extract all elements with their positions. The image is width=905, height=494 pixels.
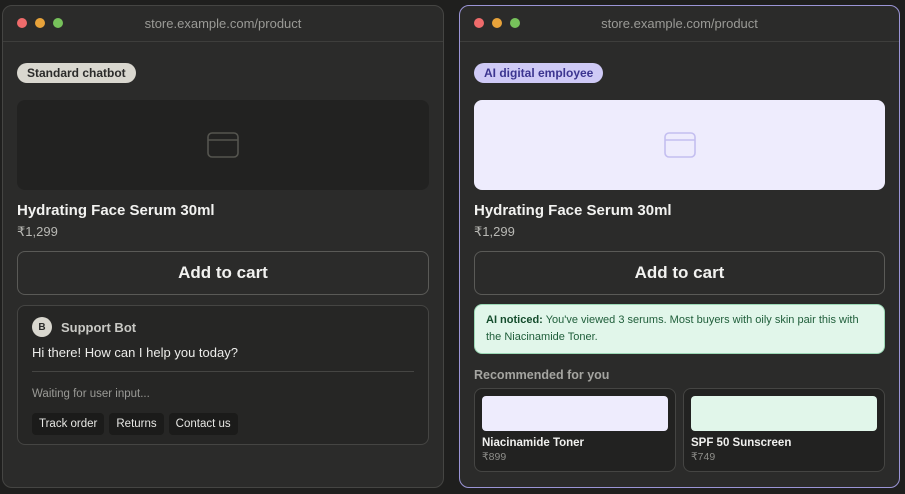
product-title: Hydrating Face Serum 30ml — [474, 202, 672, 219]
chatbot-panel: B Support Bot Hi there! How can I help y… — [17, 305, 429, 445]
mode-badge: AI digital employee — [474, 63, 604, 83]
product-title: Hydrating Face Serum 30ml — [17, 202, 215, 219]
recommendation-card-spf-sunscreen[interactable]: SPF 50 Sunscreen ₹749 — [683, 388, 885, 472]
product-image — [17, 100, 429, 190]
image-placeholder-icon — [207, 132, 239, 158]
quick-reply-returns[interactable]: Returns — [109, 413, 164, 435]
recommendation-price: ₹899 — [482, 451, 507, 463]
ai-employee-window: store.example.com/product AI digital emp… — [459, 5, 900, 488]
quick-replies: Track order Returns Contact us — [32, 413, 238, 435]
product-price: ₹1,299 — [17, 224, 58, 239]
ai-insight-label: AI noticed: — [486, 314, 543, 326]
recommendation-name: SPF 50 Sunscreen — [691, 437, 792, 449]
image-placeholder-icon — [663, 132, 696, 158]
title-bar: store.example.com/product — [3, 6, 443, 42]
address-url: store.example.com/product — [144, 16, 302, 31]
quick-reply-contact-us[interactable]: Contact us — [168, 413, 238, 435]
chat-status: Waiting for user input... — [32, 388, 150, 400]
mode-badge: Standard chatbot — [17, 63, 136, 83]
recommendation-name: Niacinamide Toner — [482, 437, 585, 449]
page-content: AI digital employee Hydrating Face Serum… — [474, 63, 885, 472]
product-thumbnail — [482, 396, 668, 431]
bot-greeting-message: Hi there! How can I help you today? — [32, 345, 238, 360]
standard-chatbot-window: store.example.com/product Standard chatb… — [2, 5, 444, 488]
bot-header: B Support Bot — [32, 317, 136, 337]
product-thumbnail — [691, 396, 877, 431]
recommendations-heading: Recommended for you — [474, 368, 610, 382]
bot-name: Support Bot — [61, 319, 137, 335]
add-to-cart-button[interactable]: Add to cart — [474, 251, 885, 295]
divider — [32, 371, 414, 372]
add-to-cart-button[interactable]: Add to cart — [17, 251, 429, 295]
address-url: store.example.com/product — [601, 16, 758, 31]
ai-insight-note: AI noticed: You've viewed 3 serums. Most… — [474, 304, 885, 354]
product-price: ₹1,299 — [474, 224, 515, 239]
recommendations-grid: Niacinamide Toner ₹899 SPF 50 Sunscreen … — [474, 388, 885, 472]
recommendation-price: ₹749 — [691, 451, 716, 463]
quick-reply-track-order[interactable]: Track order — [32, 413, 105, 435]
bot-avatar: B — [32, 317, 52, 337]
page-content: Standard chatbot Hydrating Face Serum 30… — [17, 63, 429, 445]
title-bar: store.example.com/product — [460, 6, 899, 42]
product-image — [474, 100, 885, 190]
recommendation-card-niacinamide-toner[interactable]: Niacinamide Toner ₹899 — [474, 388, 676, 472]
